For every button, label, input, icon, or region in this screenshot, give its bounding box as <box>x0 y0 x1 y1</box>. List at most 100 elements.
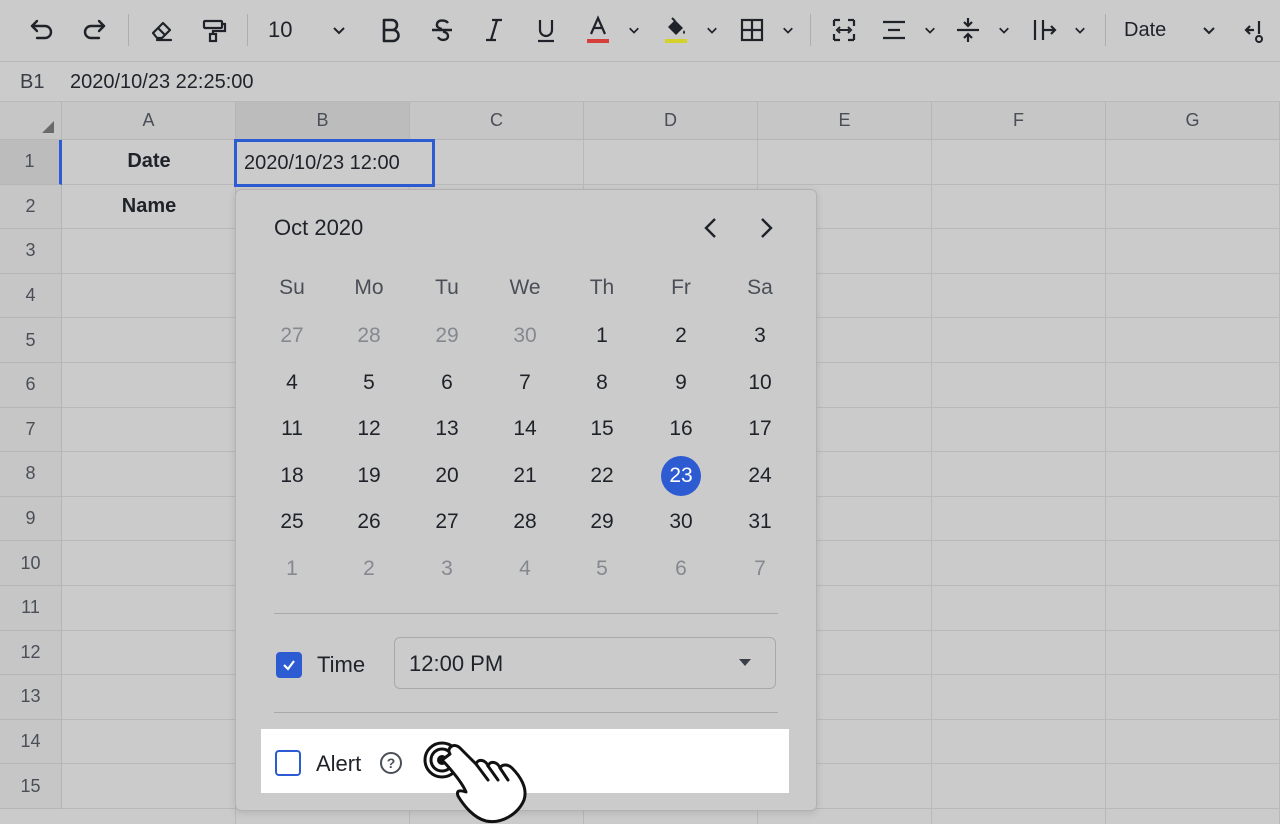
calendar-day[interactable]: 24 <box>738 458 782 494</box>
row-header-5[interactable]: 5 <box>0 318 62 363</box>
row-header-11[interactable]: 11 <box>0 586 62 631</box>
column-header-e[interactable]: E <box>758 102 932 140</box>
calendar-day[interactable]: 7 <box>503 365 547 401</box>
cell-reference[interactable]: B1 <box>20 71 44 94</box>
calendar-day[interactable]: 4 <box>270 365 314 401</box>
row-header-8[interactable]: 8 <box>0 452 62 497</box>
calendar-day[interactable]: 3 <box>738 318 782 354</box>
calendar-day[interactable]: 27 <box>425 504 469 540</box>
calendar-day[interactable]: 30 <box>503 318 547 354</box>
calendar-day[interactable]: 1 <box>580 318 624 354</box>
calendar-day[interactable]: 2 <box>659 318 703 354</box>
column-header-a[interactable]: A <box>62 102 236 140</box>
calendar-day[interactable]: 25 <box>270 504 314 540</box>
horizontal-align-button[interactable] <box>880 8 936 52</box>
alert-checkbox[interactable] <box>275 750 301 776</box>
calendar-day[interactable]: 3 <box>425 551 469 587</box>
format-painter-button[interactable] <box>194 8 234 52</box>
calendar-day[interactable]: 9 <box>659 365 703 401</box>
calendar-day[interactable]: 5 <box>580 551 624 587</box>
text-wrap-button[interactable] <box>1030 8 1086 52</box>
calendar-day[interactable]: 5 <box>347 365 391 401</box>
row-header-7[interactable]: 7 <box>0 407 62 453</box>
chevron-down-icon <box>999 27 1009 34</box>
row-header-3[interactable]: 3 <box>0 229 62 274</box>
bold-button[interactable] <box>370 8 410 52</box>
next-month-button[interactable] <box>748 210 784 246</box>
column-header-f[interactable]: F <box>932 102 1106 140</box>
calendar-day-selected[interactable]: 23 <box>661 456 701 496</box>
calendar-day[interactable]: 14 <box>503 411 547 447</box>
calendar-day[interactable]: 30 <box>659 504 703 540</box>
calendar-day[interactable]: 16 <box>659 411 703 447</box>
column-header-d[interactable]: D <box>584 102 758 140</box>
calendar-day[interactable]: 31 <box>738 504 782 540</box>
calendar-day[interactable]: 8 <box>580 365 624 401</box>
column-header-c[interactable]: C <box>410 102 584 140</box>
row-header-12[interactable]: 12 <box>0 630 62 676</box>
row-header-1[interactable]: 1 <box>0 140 62 185</box>
calendar-day[interactable]: 11 <box>270 411 314 447</box>
calendar-day[interactable]: 22 <box>580 458 624 494</box>
calendar-day[interactable]: 26 <box>347 504 391 540</box>
calendar-day[interactable]: 6 <box>425 365 469 401</box>
calendar-day[interactable]: 21 <box>503 458 547 494</box>
calendar-day[interactable]: 13 <box>425 411 469 447</box>
calendar-day[interactable]: 12 <box>347 411 391 447</box>
calendar-day[interactable]: 28 <box>347 318 391 354</box>
row-header-9[interactable]: 9 <box>0 496 62 542</box>
calendar-day[interactable]: 15 <box>580 411 624 447</box>
calendar-day[interactable]: 19 <box>347 458 391 494</box>
divider <box>274 712 778 713</box>
number-format-select[interactable]: Date <box>1118 8 1222 52</box>
strikethrough-button[interactable] <box>422 8 462 52</box>
calendar-day[interactable]: 17 <box>738 411 782 447</box>
italic-button[interactable] <box>474 8 514 52</box>
fill-color-button[interactable] <box>662 8 718 52</box>
previous-month-button[interactable] <box>693 210 729 246</box>
calendar-day[interactable]: 10 <box>738 365 782 401</box>
undo-button[interactable] <box>22 8 62 52</box>
merge-cells-button[interactable] <box>824 8 864 52</box>
more-button[interactable] <box>1236 8 1276 52</box>
calendar-day[interactable]: 29 <box>425 318 469 354</box>
weekday-label: Sa <box>747 276 773 299</box>
calendar-day[interactable]: 20 <box>425 458 469 494</box>
cell-a1[interactable]: Date <box>62 150 236 173</box>
row-header-13[interactable]: 13 <box>0 675 62 720</box>
vertical-align-button[interactable] <box>954 8 1010 52</box>
time-select[interactable]: 12:00 PM <box>394 637 776 689</box>
horizontal-align-icon <box>883 20 905 40</box>
calendar-day[interactable]: 1 <box>270 551 314 587</box>
row-header-10[interactable]: 10 <box>0 541 62 586</box>
calendar-day[interactable]: 27 <box>270 318 314 354</box>
column-header-g[interactable]: G <box>1106 102 1280 140</box>
calendar-day[interactable]: 4 <box>503 551 547 587</box>
select-all-corner[interactable] <box>0 102 62 140</box>
calendar-day[interactable]: 28 <box>503 504 547 540</box>
clear-format-button[interactable] <box>142 8 182 52</box>
row-header-15[interactable]: 15 <box>0 764 62 809</box>
calendar-day[interactable]: 7 <box>738 551 782 587</box>
cell-a2[interactable]: Name <box>62 195 236 218</box>
caret-down-icon <box>739 659 751 666</box>
help-icon[interactable]: ? <box>380 752 402 774</box>
redo-button[interactable] <box>74 8 114 52</box>
row-header-14[interactable]: 14 <box>0 719 62 765</box>
underline-button[interactable] <box>526 8 566 52</box>
borders-button[interactable] <box>738 8 794 52</box>
row-header-6[interactable]: 6 <box>0 363 62 408</box>
column-header-b[interactable]: B <box>236 102 410 140</box>
calendar-day[interactable]: 18 <box>270 458 314 494</box>
calendar-day[interactable]: 2 <box>347 551 391 587</box>
formula-input[interactable]: 2020/10/23 22:25:00 <box>70 71 254 94</box>
time-label: Time <box>317 652 366 677</box>
font-size-select[interactable]: 10 <box>262 8 352 52</box>
row-header-4[interactable]: 4 <box>0 273 62 319</box>
row-header-2[interactable]: 2 <box>0 184 62 230</box>
time-checkbox[interactable] <box>276 652 302 678</box>
active-cell-b1[interactable]: 2020/10/23 12:00 <box>234 139 435 187</box>
text-color-button[interactable] <box>584 8 640 52</box>
calendar-day[interactable]: 6 <box>659 551 703 587</box>
calendar-day[interactable]: 29 <box>580 504 624 540</box>
